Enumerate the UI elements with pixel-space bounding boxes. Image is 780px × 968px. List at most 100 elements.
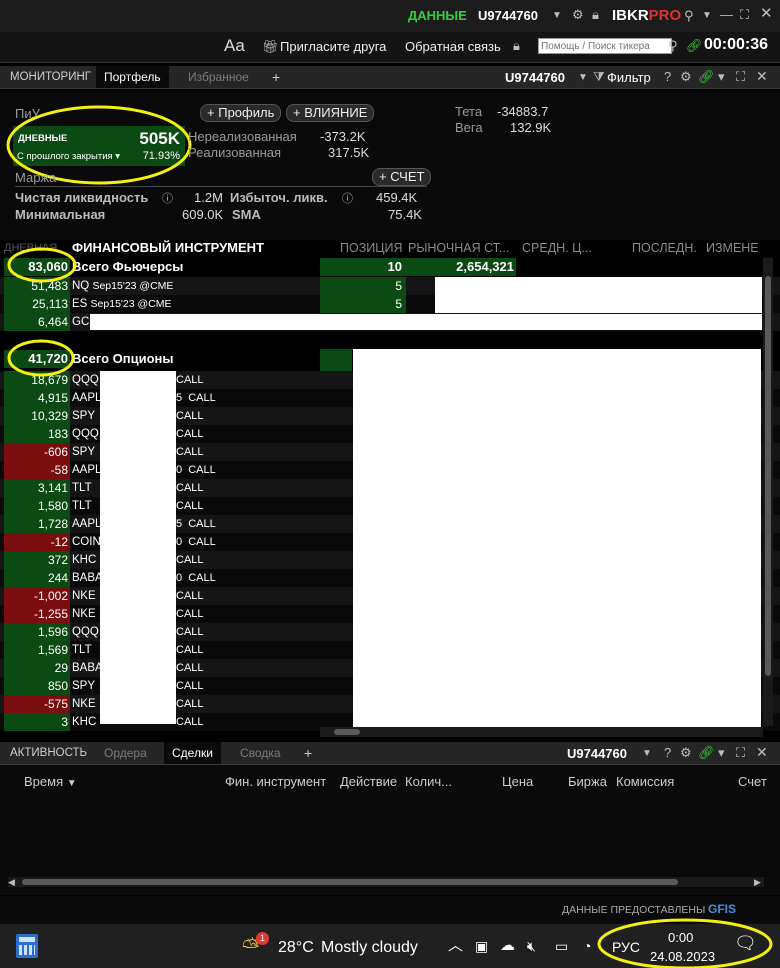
row-option-type: CALL [176, 374, 204, 386]
col-price[interactable]: Цена [502, 774, 533, 789]
col-quantity[interactable]: Колич... [405, 774, 452, 789]
cloud-icon[interactable]: ☁ [500, 938, 515, 953]
camera-icon[interactable]: ▣ [475, 939, 488, 953]
col-time[interactable]: Время ▼ [24, 774, 77, 789]
pin-icon[interactable]: ⚲ [684, 9, 694, 23]
maximize-icon[interactable]: ⛶ [740, 8, 749, 22]
feedback-link[interactable]: Обратная связь [405, 39, 501, 54]
battery-icon[interactable]: ▭ [555, 939, 568, 953]
horizontal-scrollbar[interactable]: ◀ ▶ [8, 877, 764, 887]
tab-activity[interactable]: АКТИВНОСТЬ [2, 742, 95, 764]
col-account[interactable]: Счет [738, 774, 767, 789]
lock-icon[interactable]: 🔒︎ [513, 39, 520, 53]
scroll-right-icon[interactable]: ▶ [754, 875, 761, 889]
chevron-down-icon[interactable]: ▼ [642, 747, 652, 761]
row-symbol: ES Sep15'23 @CME [72, 295, 172, 313]
col-market-value[interactable]: РЫНОЧНАЯ СТ... [408, 240, 509, 256]
col-exchange[interactable]: Биржа [568, 774, 607, 789]
gift-icon: 🎁︎ [262, 39, 279, 54]
row-symbol: NQ Sep15'23 @CME [72, 277, 173, 295]
link-icon[interactable]: 🔗︎ [698, 746, 715, 760]
chevron-down-icon[interactable]: ▼ [702, 9, 712, 23]
scrollbar-thumb[interactable] [22, 879, 678, 885]
row-option-type: CALL [176, 716, 204, 728]
col-instrument[interactable]: Фин. инструмент [225, 774, 326, 789]
col-last[interactable]: ПОСЛЕДН. [632, 240, 697, 256]
minimize-icon[interactable]: — [720, 8, 733, 22]
sma-value: 75.4K [388, 207, 422, 222]
info-icon[interactable]: ⓘ [162, 192, 173, 206]
font-size-button[interactable]: Aa [224, 36, 245, 56]
tab-summary[interactable]: Сводка [232, 742, 289, 764]
col-position[interactable]: ПОЗИЦИЯ [340, 240, 403, 256]
tab-trades[interactable]: Сделки [164, 742, 221, 764]
row-option-type: CALL [176, 644, 204, 656]
col-commission[interactable]: Комиссия [616, 774, 674, 789]
tab-orders[interactable]: Ордера [96, 742, 155, 764]
chevron-down-icon[interactable]: ▾ [718, 70, 725, 84]
temperature[interactable]: 28°C [278, 939, 314, 957]
scroll-left-icon[interactable]: ◀ [8, 875, 15, 889]
influence-button[interactable]: + ВЛИЯНИЕ [286, 104, 375, 122]
gear-icon[interactable]: ⚙ [680, 746, 692, 760]
net-liq-label: Чистая ликвидность [15, 190, 149, 205]
close-icon[interactable]: ✕ [756, 69, 768, 83]
lock-icon[interactable]: 🔒︎ [592, 8, 599, 22]
min-value: 609.0K [182, 207, 224, 222]
chevron-up-icon[interactable]: ︿ [448, 938, 463, 953]
windows-taskbar: ⛅︎ 1 28°C Mostly cloudy ︿ ▣ ☁ 🔇︎ ▭ ◔ РУС… [0, 918, 780, 968]
help-icon[interactable]: ? [664, 70, 671, 84]
scrollbar-thumb[interactable] [765, 276, 771, 676]
close-icon[interactable]: ✕ [756, 745, 768, 759]
row-pnl: -12 [4, 533, 70, 551]
gear-icon[interactable]: ⚙ [680, 70, 692, 84]
row-pnl: 6,464 [4, 313, 70, 331]
scrollbar-thumb[interactable] [334, 729, 360, 735]
help-icon[interactable]: ? [664, 746, 671, 760]
horizontal-scrollbar[interactable] [320, 727, 763, 737]
account-button[interactable]: + СЧЕТ [372, 168, 432, 186]
profile-button[interactable]: + Профиль [200, 104, 282, 122]
maximize-icon[interactable]: ⛶ [736, 70, 745, 84]
futures-total-row[interactable]: 83,060 Всего Фьючерсы 10 2,654,321 [0, 258, 780, 276]
chevron-down-icon[interactable]: ▼ [552, 9, 562, 23]
link-icon[interactable]: 🔗︎ [686, 39, 703, 53]
tab-portfolio[interactable]: Портфель [96, 66, 169, 88]
add-tab-button[interactable]: + [264, 66, 288, 88]
row-option-type: CALL [176, 626, 204, 638]
table-row[interactable]: 6,464 GC [0, 313, 780, 331]
vertical-scrollbar[interactable] [763, 258, 773, 726]
filter-button[interactable]: Фильтр [607, 70, 651, 85]
col-avg-price[interactable]: СРЕДН. Ц... [522, 240, 592, 256]
row-option-type: CALL [176, 410, 204, 422]
divider [15, 186, 427, 187]
weather-text[interactable]: Mostly cloudy [321, 939, 418, 957]
info-icon[interactable]: ⓘ [342, 192, 353, 206]
panel-account-id[interactable]: U9744760 [567, 746, 627, 761]
search-input[interactable] [538, 38, 672, 54]
maximize-icon[interactable]: ⛶ [736, 746, 745, 760]
filter-icon[interactable]: ⧩ [593, 70, 605, 84]
trades-table: Время ▼ Фин. инструмент Действие Колич..… [0, 765, 780, 895]
row-symbol: TLT [72, 500, 92, 512]
sma-label: SMA [232, 207, 261, 222]
link-icon[interactable]: 🔗︎ [698, 70, 715, 84]
chevron-down-icon[interactable]: ▾ [718, 746, 725, 760]
col-instrument[interactable]: ФИНАНСОВЫЙ ИНСТРУМЕНТ [72, 240, 264, 256]
col-change[interactable]: ИЗМЕНЕ [706, 240, 759, 256]
tab-monitoring[interactable]: МОНИТОРИНГ [2, 66, 99, 88]
gear-icon[interactable]: ⚙ [572, 8, 584, 22]
activity-panel-header: АКТИВНОСТЬ Ордера Сделки Сводка + U97447… [0, 742, 780, 765]
volume-mute-icon[interactable]: 🔇︎ [527, 939, 536, 953]
wifi-icon[interactable]: ◔ [583, 939, 591, 953]
chevron-down-icon[interactable]: ▼ [578, 71, 588, 85]
panel-account-id[interactable]: U9744760 [505, 70, 565, 85]
close-icon[interactable]: ✕ [760, 6, 773, 21]
invite-friend-link[interactable]: Пригласите друга [280, 39, 386, 54]
add-tab-button[interactable]: + [296, 742, 320, 764]
tab-favorites[interactable]: Избранное [180, 66, 257, 88]
account-id[interactable]: U9744760 [478, 8, 538, 23]
search-icon[interactable]: ⚲ [668, 39, 678, 53]
col-action[interactable]: Действие [340, 774, 397, 789]
calculator-icon[interactable] [16, 934, 38, 958]
